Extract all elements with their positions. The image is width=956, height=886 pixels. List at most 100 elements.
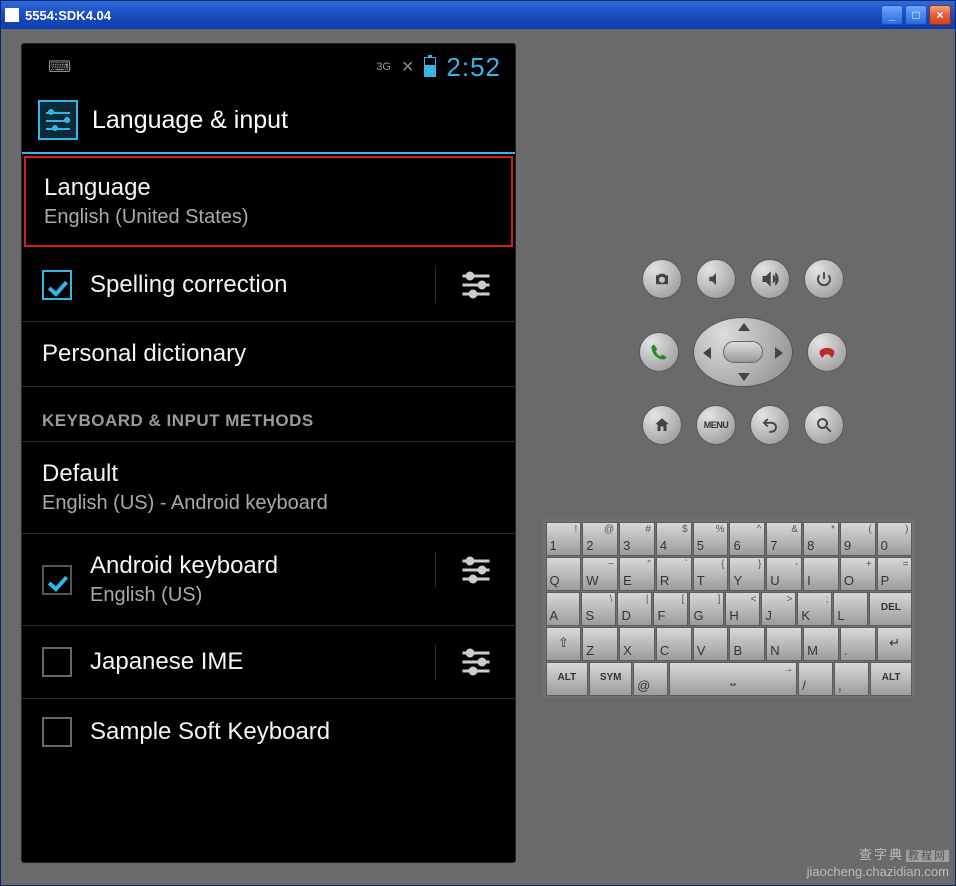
- key-a[interactable]: A: [546, 592, 581, 626]
- key-b[interactable]: B: [729, 627, 765, 661]
- key-h[interactable]: H<: [725, 592, 760, 626]
- key-at[interactable]: @: [633, 662, 668, 696]
- item-title: Language: [44, 174, 493, 202]
- end-call-button[interactable]: [807, 332, 847, 372]
- android-keyboard-checkbox: [42, 565, 72, 595]
- settings-icon: [38, 100, 78, 140]
- key-s[interactable]: S\: [581, 592, 616, 626]
- dpad-down-button[interactable]: [738, 373, 750, 381]
- volume-down-button[interactable]: [696, 259, 736, 299]
- settings-list[interactable]: Language English (United States) Spellin…: [22, 154, 515, 862]
- key-v[interactable]: V: [693, 627, 729, 661]
- key-del[interactable]: DEL: [869, 592, 912, 626]
- android-keyboard-settings-button[interactable]: [435, 552, 515, 588]
- back-icon: [761, 416, 779, 434]
- call-icon: [649, 342, 669, 362]
- key-0[interactable]: 0): [877, 522, 913, 556]
- key-k[interactable]: K;: [797, 592, 832, 626]
- japanese-ime-settings-button[interactable]: [435, 644, 515, 680]
- key-comma[interactable]: ,: [834, 662, 869, 696]
- key-7[interactable]: 7&: [766, 522, 802, 556]
- volume-up-icon: [761, 270, 779, 288]
- dpad-center-button[interactable]: [723, 341, 763, 363]
- back-button[interactable]: [750, 405, 790, 445]
- key-c[interactable]: C: [656, 627, 692, 661]
- key-space[interactable]: ⎵→: [669, 662, 797, 696]
- menu-button[interactable]: MENU: [696, 405, 736, 445]
- key-d[interactable]: D|: [617, 592, 652, 626]
- dpad-up-button[interactable]: [738, 323, 750, 331]
- sample-keyboard-checkbox[interactable]: [42, 717, 72, 747]
- home-button[interactable]: [642, 405, 682, 445]
- key-l[interactable]: L: [833, 592, 868, 626]
- key-j[interactable]: J>: [761, 592, 796, 626]
- keyboard-indicator-icon: ⌨: [48, 57, 71, 77]
- key-alt2[interactable]: ALT: [870, 662, 913, 696]
- key-alt[interactable]: ALT: [546, 662, 589, 696]
- dpad-left-button[interactable]: [703, 347, 711, 359]
- volume-up-button[interactable]: [750, 259, 790, 299]
- key-x[interactable]: X: [619, 627, 655, 661]
- language-item[interactable]: Language English (United States): [24, 156, 513, 247]
- key-f[interactable]: F[: [653, 592, 688, 626]
- key-q[interactable]: Q: [546, 557, 582, 591]
- key-m[interactable]: M: [803, 627, 839, 661]
- android-keyboard-item[interactable]: Android keyboard English (US): [22, 534, 515, 626]
- sample-soft-keyboard-item[interactable]: Sample Soft Keyboard: [22, 699, 515, 765]
- spelling-correction-item[interactable]: Spelling correction: [22, 249, 515, 322]
- close-button[interactable]: ×: [929, 5, 951, 25]
- key-↵[interactable]: ↵: [877, 627, 913, 661]
- spelling-checkbox[interactable]: [42, 270, 72, 300]
- key-u[interactable]: U-: [766, 557, 802, 591]
- signal-3g-icon: 3G: [376, 62, 391, 72]
- item-subtitle: English (US): [90, 584, 417, 607]
- titlebar: 5554:SDK4.04 _ □ ×: [1, 1, 955, 29]
- camera-button[interactable]: [642, 259, 682, 299]
- key-4[interactable]: 4$: [656, 522, 692, 556]
- key-⇧[interactable]: ⇧: [546, 627, 582, 661]
- key-r[interactable]: R`: [656, 557, 692, 591]
- japanese-ime-checkbox[interactable]: [42, 647, 72, 677]
- key-8[interactable]: 8*: [803, 522, 839, 556]
- key-slash[interactable]: /: [798, 662, 833, 696]
- key-o[interactable]: O+: [840, 557, 876, 591]
- search-button[interactable]: [804, 405, 844, 445]
- key-.[interactable]: .: [840, 627, 876, 661]
- watermark: 查字典教程网 jiaocheng.chazidian.com: [807, 847, 949, 879]
- sliders-icon: [458, 644, 494, 680]
- key-e[interactable]: E": [619, 557, 655, 591]
- default-keyboard-item[interactable]: Default English (US) - Android keyboard: [22, 442, 515, 534]
- hardware-keyboard: 1!2@3#4$5%6^7&8*9(0) QW~E"R`T{Y}U-IO+P= …: [543, 519, 915, 698]
- item-title: Android keyboard: [90, 552, 417, 580]
- key-i[interactable]: I: [803, 557, 839, 591]
- key-9[interactable]: 9(: [840, 522, 876, 556]
- item-title: Default: [42, 460, 495, 488]
- maximize-button[interactable]: □: [905, 5, 927, 25]
- key-g[interactable]: G]: [689, 592, 724, 626]
- key-5[interactable]: 5%: [693, 522, 729, 556]
- call-button[interactable]: [639, 332, 679, 372]
- window-title: 5554:SDK4.04: [25, 8, 111, 23]
- key-n[interactable]: N: [766, 627, 802, 661]
- app-icon: [5, 8, 19, 22]
- key-p[interactable]: P=: [877, 557, 913, 591]
- key-y[interactable]: Y}: [729, 557, 765, 591]
- personal-dictionary-item[interactable]: Personal dictionary: [22, 322, 515, 387]
- key-1[interactable]: 1!: [546, 522, 582, 556]
- key-z[interactable]: Z: [582, 627, 618, 661]
- item-title: Japanese IME: [90, 648, 417, 676]
- minimize-button[interactable]: _: [881, 5, 903, 25]
- item-title: Spelling correction: [90, 271, 417, 299]
- key-6[interactable]: 6^: [729, 522, 765, 556]
- item-subtitle: English (US) - Android keyboard: [42, 492, 495, 515]
- dpad-right-button[interactable]: [775, 347, 783, 359]
- key-3[interactable]: 3#: [619, 522, 655, 556]
- spelling-settings-button[interactable]: [435, 267, 515, 303]
- key-t[interactable]: T{: [693, 557, 729, 591]
- key-w[interactable]: W~: [582, 557, 618, 591]
- japanese-ime-item[interactable]: Japanese IME: [22, 626, 515, 699]
- power-button[interactable]: [804, 259, 844, 299]
- sliders-icon: [458, 267, 494, 303]
- key-2[interactable]: 2@: [582, 522, 618, 556]
- key-sym[interactable]: SYM: [589, 662, 632, 696]
